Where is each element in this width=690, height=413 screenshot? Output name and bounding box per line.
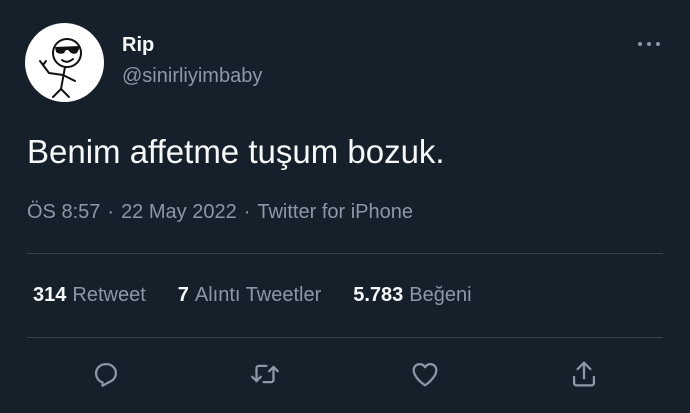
reply-icon bbox=[94, 362, 118, 387]
tweet-date[interactable]: 22 May 2022 bbox=[121, 201, 237, 223]
author-handle[interactable]: @sinirliyimbaby bbox=[122, 64, 262, 88]
retweet-icon bbox=[251, 364, 279, 384]
quotes-label: Alıntı Tweetler bbox=[194, 284, 322, 306]
divider bbox=[27, 253, 663, 254]
share-icon bbox=[572, 361, 596, 387]
like-button[interactable] bbox=[408, 357, 442, 391]
quotes-count: 7 bbox=[177, 284, 189, 306]
avatar[interactable] bbox=[25, 23, 104, 102]
more-options-icon[interactable] bbox=[634, 34, 664, 54]
tweet-meta: ÖS 8:57 · 22 May 2022 · Twitter for iPhone bbox=[27, 199, 413, 225]
tweet-card: Rip @sinirliyimbaby Benim affetme tuşum … bbox=[0, 0, 690, 413]
retweets-label: Retweet bbox=[72, 284, 146, 306]
share-button[interactable] bbox=[567, 357, 601, 391]
engagement-stats: 314 Retweet 7 Alıntı Tweetler 5.783 Beğeni bbox=[33, 282, 504, 308]
author-display-name[interactable]: Rip bbox=[122, 33, 154, 57]
retweets-count: 314 bbox=[33, 284, 67, 306]
retweet-button[interactable] bbox=[248, 357, 282, 391]
tweet-source[interactable]: Twitter for iPhone bbox=[257, 201, 413, 223]
quotes-stat[interactable]: 7 Alıntı Tweetler bbox=[178, 282, 321, 308]
divider bbox=[27, 337, 663, 338]
tweet-time[interactable]: ÖS 8:57 bbox=[27, 201, 100, 223]
heart-icon bbox=[412, 362, 438, 387]
tweet-text: Benim affetme tuşum bozuk. bbox=[27, 133, 445, 170]
meta-separator: · bbox=[243, 201, 251, 223]
likes-label: Beğeni bbox=[409, 284, 472, 306]
meta-separator: · bbox=[107, 201, 115, 223]
stick-figure-sunglasses-icon bbox=[39, 38, 82, 98]
reply-button[interactable] bbox=[89, 357, 123, 391]
likes-count: 5.783 bbox=[353, 284, 404, 306]
likes-stat[interactable]: 5.783 Beğeni bbox=[353, 282, 471, 308]
retweets-stat[interactable]: 314 Retweet bbox=[33, 282, 146, 308]
